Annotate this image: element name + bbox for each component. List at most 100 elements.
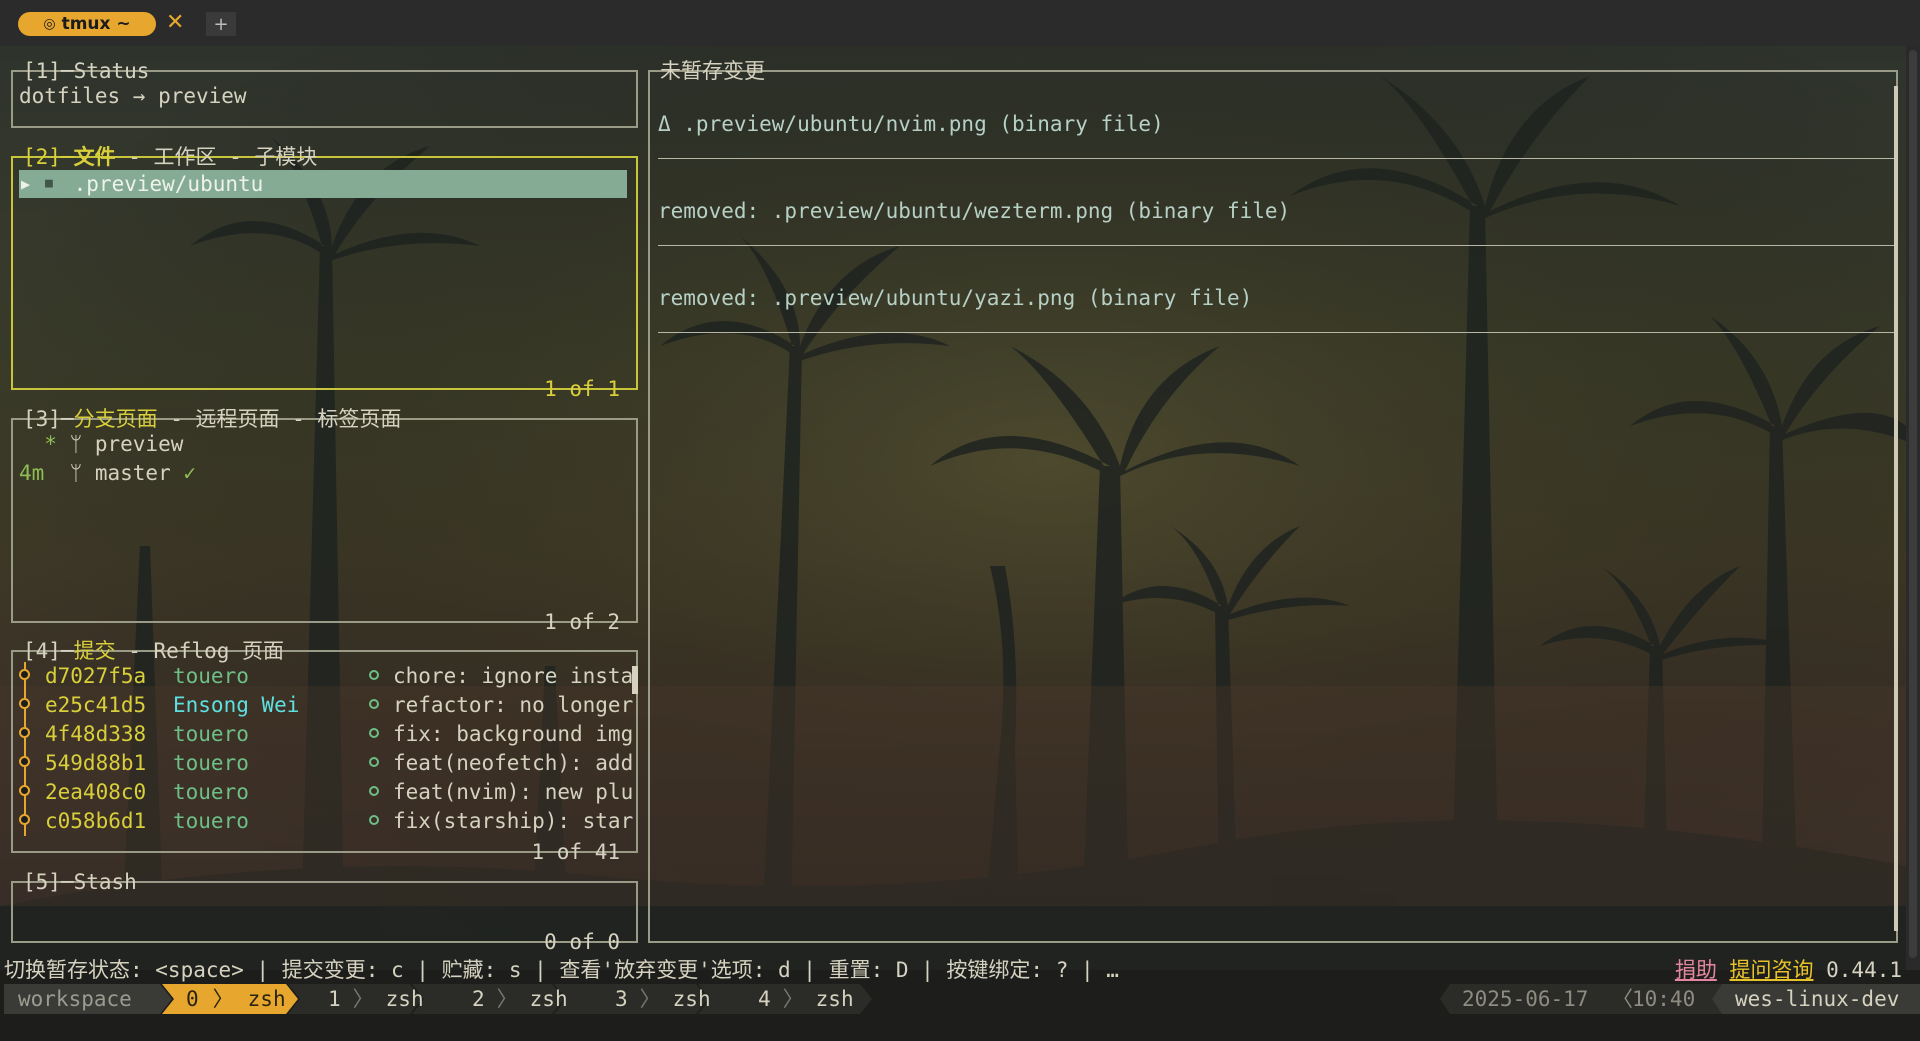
commit-row[interactable]: e25c41d5 Ensong Wei refactor: no longer [17, 691, 637, 720]
commit-graph-node-icon [19, 785, 30, 796]
commits-title-num: [4]─ [23, 639, 74, 663]
file-row-selected[interactable]: ▶ ■ .preview/ubuntu [19, 170, 627, 198]
commit-hash: d7027f5a [45, 664, 147, 688]
branch-row-preview[interactable]: * ᛘ preview [19, 430, 183, 459]
window-separator-icon: 〉 [212, 987, 234, 1011]
commit-row[interactable]: 4f48d338 touero fix: background img [17, 720, 637, 749]
commits-panel[interactable]: [4]─提交 - Reflog 页面 d7027f5a touero chore: … [11, 639, 638, 864]
git-branch-icon: ᛘ [69, 461, 83, 485]
files-other-tabs[interactable]: - 工作区 - 子模块 [116, 145, 317, 169]
scrollbar-thumb[interactable] [1909, 50, 1917, 958]
branches-panel-title: [3]─分支页面 - 远程页面 - 标签页面 [21, 406, 403, 432]
terminal-scrollbar[interactable] [1906, 46, 1920, 970]
window-separator-icon: 〉 [352, 987, 374, 1011]
commit-message: feat(neofetch): add [393, 751, 634, 775]
commit-author: touero [173, 722, 249, 746]
window-name: zsh [815, 987, 854, 1011]
tab-commits[interactable]: 提交 [74, 639, 116, 663]
status-title-text: [1]─Status [23, 59, 150, 83]
branch-row-master[interactable]: 4m ᛘ master ✓ [19, 459, 196, 488]
branch-name: master [94, 461, 171, 485]
ask-question-link[interactable]: 提问咨询 [1729, 958, 1813, 982]
commits-other-tabs[interactable]: - Reflog 页面 [116, 639, 284, 663]
commit-message: fix(starship): star [393, 809, 634, 833]
status-panel[interactable]: [1]─Status dotfiles → preview [11, 59, 638, 128]
session-name[interactable]: workspace [18, 984, 132, 1014]
commit-status-circle-icon [369, 699, 379, 709]
commit-status-circle-icon [369, 757, 379, 767]
commit-message: feat(nvim): new plu [393, 780, 634, 804]
close-tab-icon[interactable]: ✕ [166, 10, 184, 35]
commit-graph-node-icon [19, 669, 30, 680]
git-branch-icon: ᛘ [69, 432, 83, 456]
commit-author: touero [173, 664, 249, 688]
commit-status-circle-icon [369, 815, 379, 825]
window-3[interactable]: 3 〉 zsh [615, 984, 711, 1014]
window-separator-icon: 〉 [782, 987, 804, 1011]
commit-row[interactable]: d7027f5a touero chore: ignore insta [17, 662, 637, 691]
keybinding-hints: 切换暂存状态: <space> | 提交变更: c | 贮藏: s | 查看'放… [4, 958, 1119, 982]
window-index: 0 [186, 987, 199, 1011]
commit-hash: 2ea408c0 [45, 780, 147, 804]
commit-row[interactable]: 2ea408c0 touero feat(nvim): new plu [17, 778, 637, 807]
keybinding-help-bar: 切换暂存状态: <space> | 提交变更: c | 贮藏: s | 查看'放… [0, 954, 1920, 986]
tab-bar: ◎ tmux ~ ✕ + [0, 0, 1920, 46]
file-path: .preview/ubuntu [61, 172, 264, 196]
commit-graph-node-icon [19, 814, 30, 825]
commit-row[interactable]: c058b6d1 touero fix(starship): star [17, 807, 637, 836]
branches-panel[interactable]: [3]─分支页面 - 远程页面 - 标签页面 * ᛘ preview 4m ᛘ … [11, 407, 638, 634]
window-1[interactable]: 1 〉 zsh [328, 984, 424, 1014]
commit-status-circle-icon [369, 728, 379, 738]
commits-panel-title: [4]─提交 - Reflog 页面 [21, 638, 286, 664]
commit-message: chore: ignore insta [393, 664, 634, 688]
diff-line-3: removed: .preview/ubuntu/yazi.png (binar… [658, 286, 1253, 310]
commit-row[interactable]: 549d88b1 touero feat(neofetch): add [17, 749, 637, 778]
commit-hash: 549d88b1 [45, 751, 147, 775]
stash-panel[interactable]: [5]─Stash 0 of 0 [11, 870, 638, 954]
status-hostname: wes-linux-dev [1735, 987, 1900, 1011]
files-panel[interactable]: [2]─文件 - 工作区 - 子模块 ▶ ■ .preview/ubuntu 1… [11, 145, 638, 401]
version-label: 0.44.1 [1826, 958, 1902, 982]
branches-counter: 1 of 2 [544, 610, 620, 634]
tab-title: tmux ~ [61, 14, 131, 34]
stash-panel-title: [5]─Stash [21, 869, 139, 895]
diff-panel[interactable]: 未暂存变更 Δ .preview/ubuntu/nvim.png (binary… [648, 59, 1898, 943]
tab-branches[interactable]: 分支页面 [74, 407, 158, 431]
stash-title-text: [5]─Stash [23, 870, 137, 894]
commit-graph-node-icon [19, 698, 30, 709]
donate-link[interactable]: 捐助 [1675, 958, 1717, 982]
diff-line-2: removed: .preview/ubuntu/wezterm.png (bi… [658, 199, 1291, 223]
helpbar-links: 捐助 提问咨询 0.44.1 [1675, 954, 1902, 986]
window-name: zsh [529, 987, 568, 1011]
commit-hash: 4f48d338 [45, 722, 147, 746]
window-2[interactable]: 2 〉 zsh [472, 984, 568, 1014]
commits-scrollbar-thumb[interactable] [632, 666, 638, 694]
commit-graph-node-icon [19, 756, 30, 767]
commit-status-circle-icon [369, 670, 379, 680]
branches-title-num: [3]─ [23, 407, 74, 431]
window-4[interactable]: 4 〉 zsh [758, 984, 854, 1014]
diff-separator [658, 245, 1894, 246]
commit-author: Ensong Wei [173, 693, 300, 717]
branch-name: preview [94, 432, 184, 456]
tab-tmux[interactable]: ◎ tmux ~ [18, 12, 156, 36]
checkmark-icon: ✓ [170, 461, 197, 485]
files-counter: 1 of 1 [544, 377, 620, 401]
stash-counter: 0 of 0 [544, 930, 620, 954]
branch-current-marker: * [19, 432, 57, 456]
expand-arrow-icon[interactable]: ▶ [21, 170, 30, 198]
files-title-num: [2]─ [23, 145, 74, 169]
branches-other-tabs[interactable]: - 远程页面 - 标签页面 [158, 407, 401, 431]
window-index: 4 [758, 987, 771, 1011]
commit-graph-node-icon [19, 727, 30, 738]
tab-files[interactable]: 文件 [74, 145, 116, 169]
window-0[interactable]: 0 〉 zsh [186, 984, 286, 1014]
window-name: zsh [247, 987, 286, 1011]
commit-author: touero [173, 780, 249, 804]
status-time: 10:40 [1632, 987, 1696, 1011]
folder-icon: ■ [45, 176, 53, 191]
diff-scrollbar[interactable] [1894, 86, 1898, 931]
new-tab-button[interactable]: + [206, 12, 236, 36]
commit-status-circle-icon [369, 786, 379, 796]
commit-message: refactor: no longer [393, 693, 634, 717]
